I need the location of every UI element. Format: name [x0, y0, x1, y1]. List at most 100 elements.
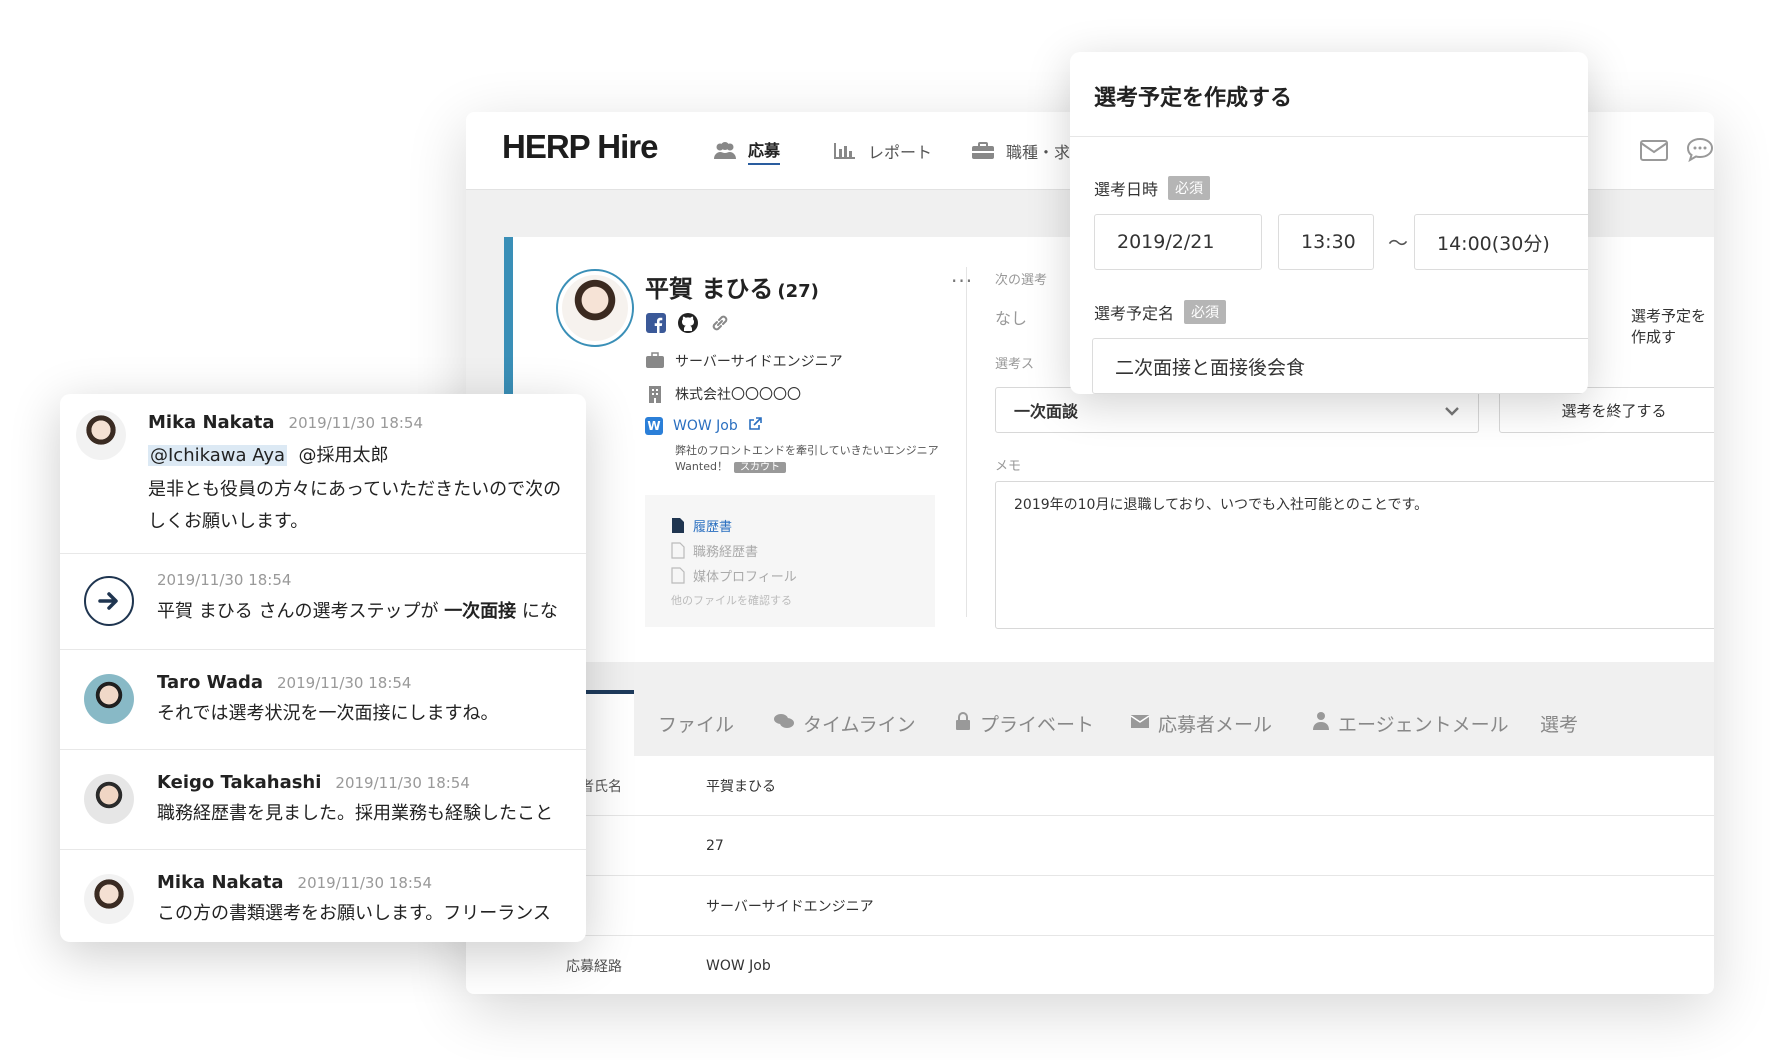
lock-icon: [954, 711, 972, 736]
avatar: [84, 874, 134, 924]
table-row: 応募経路 WOW Job: [466, 936, 1714, 994]
source-link[interactable]: WOW Job: [673, 418, 738, 434]
create-schedule-link[interactable]: 選考予定を作成す: [1631, 305, 1714, 347]
source-desc-text: 弊社のフロントエンドを牽引していきたいエンジニア: [675, 444, 939, 457]
date-label: 選考日時: [1094, 180, 1159, 199]
candidate-job-row: サーバーサイドエンジニア: [645, 351, 843, 371]
tab-applicant-mail[interactable]: 応募者メール: [1130, 690, 1272, 756]
schedule-name-input[interactable]: 二次面接と面接後会食: [1092, 338, 1588, 394]
memo-textarea[interactable]: 2019年の10月に退職しており、いつでも入社可能とのことです。: [995, 481, 1714, 629]
avatar: [84, 774, 134, 824]
tab-selection-label: 選考: [1540, 713, 1579, 736]
next-selection-label: 次の選考: [995, 273, 1048, 288]
row-value: サーバーサイドエンジニア: [706, 898, 874, 915]
event-text-a: 平賀 まひる さんの選考ステップが: [157, 601, 439, 622]
tab-private-label: プライベート: [980, 713, 1095, 736]
nav-applications[interactable]: 応募: [712, 136, 781, 166]
start-time-input[interactable]: 13:30: [1278, 214, 1374, 270]
bar-chart-icon: [832, 141, 858, 161]
file-profile[interactable]: 媒体プロフィール: [671, 563, 909, 588]
timestamp: 2019/11/30 18:54: [335, 774, 470, 792]
file-resume-label: 履歴書: [693, 520, 733, 535]
more-files-link[interactable]: 他のファイルを確認する: [671, 592, 909, 608]
tab-agent-mail-label: エージェントメール: [1338, 713, 1509, 736]
tab-selection[interactable]: 選考: [1540, 690, 1578, 756]
timestamp: 2019/11/30 18:54: [297, 874, 432, 892]
envelope-icon: [1130, 712, 1150, 734]
divider: [966, 267, 967, 617]
timeline-item: Mika Nakata 2019/11/30 18:54 この方の書類選考をお願い…: [60, 850, 586, 942]
event-text: 平賀 まひる さんの選考ステップが 一次面接 にな: [157, 596, 558, 628]
timestamp: 2019/11/30 18:54: [277, 674, 412, 692]
table-row: 募者氏名 平賀まひる: [466, 756, 1714, 816]
arrow-right-icon: [84, 576, 134, 626]
timeline-item: Mika Nakata 2019/11/30 18:54 @Ichikawa Ay…: [60, 394, 586, 554]
building-icon: [645, 385, 665, 403]
facebook-icon[interactable]: [645, 312, 667, 334]
create-schedule-dialog: 選考予定を作成する 選考日時 必須 2019/2/21 13:30 〜 14:0…: [1070, 52, 1588, 394]
date-field-label: 選考日時 必須: [1094, 176, 1211, 200]
memo-label: メモ: [995, 459, 1022, 474]
external-link-icon[interactable]: [748, 417, 762, 435]
dialog-title: 選考予定を作成する: [1070, 52, 1588, 137]
file-cv-label: 職務経歴書: [693, 545, 759, 560]
mail-icon[interactable]: [1638, 134, 1670, 166]
file-resume[interactable]: 履歴書: [671, 513, 909, 538]
nav-reports[interactable]: レポート: [832, 136, 932, 166]
mention[interactable]: @Ichikawa Aya: [148, 445, 287, 466]
timestamp: 2019/11/30 18:54: [288, 414, 423, 432]
mention[interactable]: @採用太郎: [298, 445, 388, 466]
timeline-item: Taro Wada 2019/11/30 18:54 それでは選考状況を一次面接に…: [60, 650, 586, 750]
file-profile-label: 媒体プロフィール: [693, 570, 797, 585]
candidate-company-row: 株式会社〇〇〇〇〇: [645, 384, 801, 404]
author-name: Taro Wada: [157, 672, 264, 693]
tab-agent-mail[interactable]: エージェントメール: [1312, 690, 1509, 756]
comment-line: それでは選考状況を一次面接にしますね。: [157, 703, 499, 724]
date-input[interactable]: 2019/2/21: [1094, 214, 1262, 270]
avatar: [76, 410, 126, 460]
tab-private[interactable]: プライベート: [954, 690, 1094, 756]
app-logo[interactable]: HERP Hire: [502, 128, 658, 166]
comment-line: 職務経歴書を見ました。採用業務も経験したこと: [157, 803, 553, 824]
source-description: 弊社のフロントエンドを牽引していきたいエンジニア Wanted！ スカウト: [675, 443, 939, 476]
candidate-name-row: 平賀 まひる (27): [645, 269, 819, 304]
row-value: 平賀まひる: [706, 778, 776, 795]
timeline-item: Keigo Takahashi 2019/11/30 18:54 職務経歴書を見ま…: [60, 750, 586, 850]
file-icon: [672, 518, 684, 533]
candidate-name: 平賀 まひる: [645, 275, 774, 303]
author-name: Mika Nakata: [157, 872, 284, 893]
nav-applications-label: 応募: [748, 137, 781, 165]
briefcase-icon: [645, 352, 665, 370]
source-sub-text: Wanted！: [675, 460, 728, 473]
file-cv[interactable]: 職務経歴書: [671, 538, 909, 563]
more-menu-button[interactable]: ···: [951, 269, 973, 293]
comment-header: Taro Wada 2019/11/30 18:54: [157, 672, 411, 693]
comment-header: Keigo Takahashi 2019/11/30 18:54: [157, 772, 470, 793]
nav-jobs[interactable]: 職種・求: [970, 136, 1070, 166]
tab-files[interactable]: ファイル: [658, 690, 734, 756]
avatar: [84, 674, 134, 724]
required-badge: 必須: [1184, 300, 1227, 324]
event-step: 一次面接: [444, 601, 517, 622]
social-links: [645, 312, 731, 334]
file-outline-icon: [671, 567, 685, 584]
candidate-age: (27): [777, 281, 819, 302]
chat-icon[interactable]: [1684, 134, 1714, 166]
event-text-b: にな: [521, 601, 558, 622]
briefcase-icon: [970, 141, 996, 161]
nav-jobs-label: 職種・求: [1006, 143, 1071, 162]
candidate-job: サーバーサイドエンジニア: [675, 354, 843, 370]
comment-header: Mika Nakata 2019/11/30 18:54: [148, 412, 423, 433]
files-box: 履歴書 職務経歴書 媒体プロフィール 他のファイルを確認する: [645, 495, 935, 627]
candidate-avatar: [556, 269, 634, 347]
end-time-input[interactable]: 14:00(30分): [1414, 214, 1588, 270]
row-key: 応募経路: [566, 958, 622, 975]
chevron-down-icon: [1444, 401, 1460, 420]
github-icon[interactable]: [677, 312, 699, 334]
link-icon[interactable]: [709, 312, 731, 334]
tab-timeline[interactable]: タイムライン: [773, 690, 916, 756]
step-label: 選考ス: [995, 357, 1035, 372]
comment-line: しくお願いします。: [148, 511, 309, 532]
name-field-label: 選考予定名 必須: [1094, 300, 1227, 324]
step-select-value: 一次面談: [1014, 402, 1079, 421]
